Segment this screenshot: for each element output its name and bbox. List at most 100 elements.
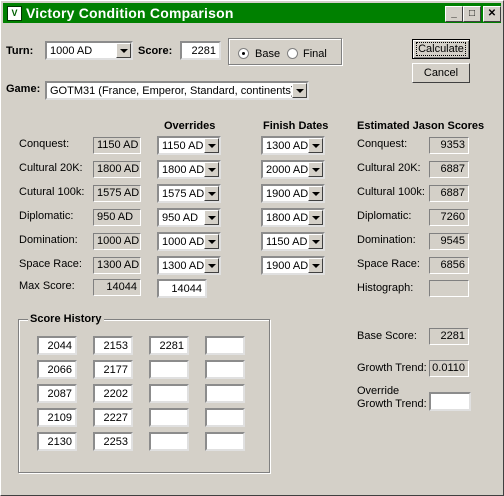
- score-history-value: 2177: [103, 364, 128, 376]
- domination-date: 1000 AD: [93, 233, 141, 250]
- app-icon: V: [7, 6, 22, 21]
- max-score-value: 14044: [93, 279, 141, 296]
- score-history-cell[interactable]: [205, 384, 245, 403]
- cultural-100k-date: 1575 AD: [93, 185, 141, 202]
- base-radio[interactable]: [238, 48, 249, 59]
- conquest-finish-select[interactable]: 1300 AD: [261, 136, 325, 155]
- cultural-20k-override-select[interactable]: 1800 AD: [157, 160, 221, 179]
- histograph-value: [429, 280, 469, 297]
- score-history-value: 2202: [103, 388, 128, 400]
- maximize-button[interactable]: □: [463, 6, 481, 22]
- chevron-down-icon[interactable]: [204, 258, 219, 273]
- chevron-down-icon[interactable]: [308, 258, 323, 273]
- score-history-cell[interactable]: [149, 384, 189, 403]
- window-title: Victory Condition Comparison: [26, 5, 234, 21]
- domination-est-label: Domination:: [357, 234, 416, 246]
- calculate-button[interactable]: Calculate: [412, 39, 470, 59]
- turn-select[interactable]: 1000 AD: [45, 41, 133, 60]
- score-history-cell[interactable]: 2253: [93, 432, 133, 451]
- space-race-override-select[interactable]: 1300 AD: [157, 256, 221, 275]
- score-history-cell[interactable]: [205, 336, 245, 355]
- chevron-down-icon[interactable]: [204, 138, 219, 153]
- score-history-cell[interactable]: 2153: [93, 336, 133, 355]
- estimated-scores-header: Estimated Jason Scores: [357, 120, 485, 132]
- max-score-override-input[interactable]: 14044: [157, 279, 207, 298]
- score-history-cell[interactable]: 2177: [93, 360, 133, 379]
- space-race-est-label: Space Race:: [357, 258, 420, 270]
- final-radio[interactable]: [287, 48, 298, 59]
- cancel-button[interactable]: Cancel: [412, 63, 470, 83]
- diplomatic-est-text: 7260: [440, 211, 465, 223]
- conquest-date: 1150 AD: [93, 137, 141, 154]
- score-history-value: 2227: [103, 412, 128, 424]
- chevron-down-icon[interactable]: [204, 234, 219, 249]
- score-history-cell[interactable]: 2066: [37, 360, 77, 379]
- score-history-cell[interactable]: 2109: [37, 408, 77, 427]
- base-score-value: 2281: [429, 328, 469, 345]
- chevron-down-icon[interactable]: [308, 186, 323, 201]
- diplomatic-date: 950 AD: [93, 209, 141, 226]
- base-score-text: 2281: [440, 330, 465, 342]
- score-history-cell[interactable]: [149, 408, 189, 427]
- chevron-down-icon[interactable]: [308, 138, 323, 153]
- score-input[interactable]: 2281: [180, 41, 221, 60]
- domination-est-value: 9545: [429, 233, 469, 250]
- domination-override-select[interactable]: 1000 AD: [157, 232, 221, 251]
- chevron-down-icon[interactable]: [308, 162, 323, 177]
- chevron-down-icon[interactable]: [292, 83, 307, 98]
- chevron-down-icon[interactable]: [308, 210, 323, 225]
- overrides-header: Overrides: [164, 120, 216, 132]
- minimize-button[interactable]: _: [445, 6, 463, 22]
- space-race-finish-select[interactable]: 1900 AD: [261, 256, 325, 275]
- conquest-finish-value: 1300 AD: [266, 140, 309, 152]
- chevron-down-icon[interactable]: [308, 234, 323, 249]
- max-score-label: Max Score:: [19, 280, 75, 292]
- cultural-20k-date-text: 1800 AD: [97, 163, 140, 175]
- base-label: Base: [255, 48, 281, 60]
- conquest-override-select[interactable]: 1150 AD: [157, 136, 221, 155]
- space-race-date-text: 1300 AD: [97, 259, 140, 271]
- cultural-100k-override-select[interactable]: 1575 AD: [157, 184, 221, 203]
- chevron-down-icon[interactable]: [204, 162, 219, 177]
- conquest-est-value: 9353: [429, 137, 469, 154]
- cultural-100k-finish-select[interactable]: 1900 AD: [261, 184, 325, 203]
- turn-value: 1000 AD: [50, 45, 93, 57]
- diplomatic-override-select[interactable]: 950 AD: [157, 208, 221, 227]
- override-growth-label-1: Override: [357, 385, 400, 397]
- growth-trend-value: 0.0110: [429, 360, 469, 377]
- score-history-cell[interactable]: [205, 432, 245, 451]
- score-history-cell[interactable]: 2227: [93, 408, 133, 427]
- domination-est-text: 9545: [440, 235, 465, 247]
- score-history-cell[interactable]: [149, 432, 189, 451]
- game-select[interactable]: GOTM31 (France, Emperor, Standard, conti…: [45, 81, 309, 100]
- override-growth-input[interactable]: [429, 392, 471, 411]
- score-history-cell[interactable]: 2202: [93, 384, 133, 403]
- chevron-down-icon[interactable]: [116, 43, 131, 58]
- conquest-label: Conquest:: [19, 138, 70, 150]
- cultural-20k-date: 1800 AD: [93, 161, 141, 178]
- space-race-date: 1300 AD: [93, 257, 141, 274]
- cultural-20k-est-value: 6887: [429, 161, 469, 178]
- domination-finish-select[interactable]: 1150 AD: [261, 232, 325, 251]
- score-label: Score:: [138, 45, 173, 57]
- domination-override-value: 1000 AD: [162, 236, 205, 248]
- conquest-date-text: 1150 AD: [97, 139, 139, 151]
- close-button[interactable]: ✕: [483, 6, 501, 22]
- cultural-20k-finish-select[interactable]: 2000 AD: [261, 160, 325, 179]
- score-history-cell[interactable]: 2087: [37, 384, 77, 403]
- space-race-label: Space Race:: [19, 258, 82, 270]
- title-bar[interactable]: V Victory Condition Comparison _ □ ✕: [3, 3, 501, 23]
- score-history-cell[interactable]: [205, 360, 245, 379]
- score-history-cell[interactable]: 2044: [37, 336, 77, 355]
- chevron-down-icon[interactable]: [204, 210, 219, 225]
- score-history-cell[interactable]: 2130: [37, 432, 77, 451]
- diplomatic-override-value: 950 AD: [162, 212, 199, 224]
- score-history-cell[interactable]: [149, 360, 189, 379]
- chevron-down-icon[interactable]: [204, 186, 219, 201]
- growth-trend-text: 0.0110: [432, 362, 465, 374]
- cultural-20k-est-text: 6887: [440, 163, 465, 175]
- score-history-cell[interactable]: 2281: [149, 336, 189, 355]
- diplomatic-est-label: Diplomatic:: [357, 210, 412, 222]
- diplomatic-finish-select[interactable]: 1800 AD: [261, 208, 325, 227]
- score-history-cell[interactable]: [205, 408, 245, 427]
